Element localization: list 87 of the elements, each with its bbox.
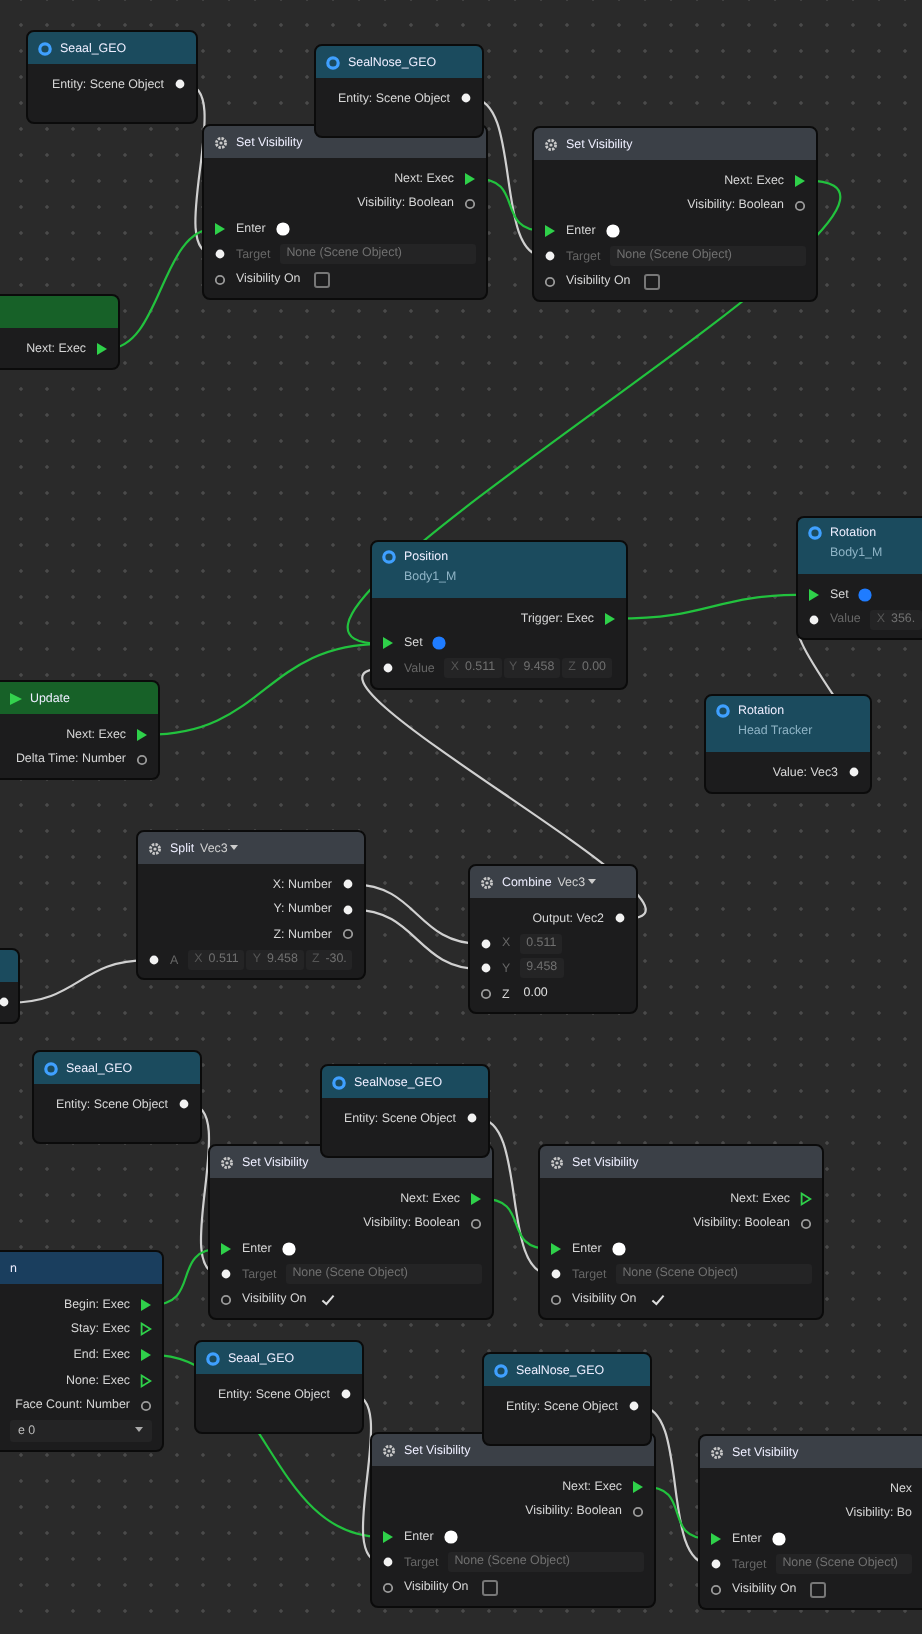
data-port-icon[interactable] — [800, 1217, 812, 1230]
gear-icon — [220, 1155, 234, 1169]
checkbox[interactable] — [644, 273, 661, 290]
data-port-icon[interactable] — [544, 250, 556, 263]
exec-port-icon[interactable] — [136, 727, 148, 742]
data-port-icon[interactable] — [480, 962, 492, 975]
data-port-icon[interactable] — [174, 78, 186, 91]
data-port-icon[interactable] — [220, 1293, 232, 1306]
data-port-icon[interactable] — [342, 903, 354, 916]
data-port-icon[interactable] — [614, 912, 626, 925]
data-port-icon[interactable] — [460, 92, 472, 105]
data-port-icon[interactable] — [710, 1558, 722, 1571]
data-port-icon[interactable] — [794, 199, 806, 212]
data-port-icon[interactable] — [480, 937, 492, 950]
gear-icon — [214, 135, 228, 149]
data-port-icon[interactable] — [808, 613, 820, 626]
circle-icon — [494, 1363, 508, 1377]
data-port-icon[interactable] — [136, 753, 148, 766]
data-port-icon[interactable] — [628, 1400, 640, 1413]
data-port-icon[interactable] — [340, 1388, 352, 1401]
exec-port-icon[interactable] — [140, 1373, 152, 1388]
data-port-icon[interactable] — [464, 197, 476, 210]
data-port-icon[interactable] — [0, 996, 10, 1009]
data-port-icon[interactable] — [178, 1098, 190, 1111]
exec-port-icon[interactable] — [794, 173, 806, 188]
gear-icon — [382, 1443, 396, 1457]
data-port-icon[interactable] — [544, 275, 556, 288]
checkbox[interactable] — [482, 1579, 499, 1596]
circle-icon — [716, 704, 730, 718]
checkmark-icon[interactable] — [320, 1291, 337, 1308]
exec-port-icon[interactable] — [550, 1241, 562, 1256]
gear-icon — [544, 137, 558, 151]
play-icon — [10, 691, 22, 705]
exec-port-icon[interactable] — [470, 1191, 482, 1206]
data-port-icon[interactable] — [342, 878, 354, 891]
data-port-icon[interactable] — [214, 248, 226, 261]
checkmark-icon[interactable] — [650, 1291, 667, 1308]
exec-port-icon[interactable] — [604, 611, 616, 626]
exec-port-icon[interactable] — [214, 221, 226, 236]
circle-icon — [382, 550, 396, 564]
gear-icon — [480, 875, 494, 889]
checkbox[interactable] — [314, 271, 331, 288]
circle-icon — [808, 526, 822, 540]
circle-icon — [332, 1075, 346, 1089]
circle-icon — [206, 1351, 220, 1365]
data-port-icon[interactable] — [382, 1556, 394, 1569]
data-port-icon[interactable] — [382, 1581, 394, 1594]
exec-port-icon[interactable] — [808, 587, 820, 602]
gear-icon — [148, 841, 162, 855]
data-port-icon[interactable] — [148, 954, 160, 967]
data-port-icon[interactable] — [470, 1217, 482, 1230]
data-port-icon[interactable] — [140, 1399, 152, 1412]
exec-port-icon[interactable] — [464, 171, 476, 186]
caret-icon — [227, 844, 240, 852]
circle-icon — [38, 41, 52, 55]
exec-port-icon[interactable] — [632, 1479, 644, 1494]
data-port-icon[interactable] — [480, 988, 492, 1001]
gear-icon — [710, 1445, 724, 1459]
circle-icon — [44, 1061, 58, 1075]
data-port-icon[interactable] — [550, 1268, 562, 1281]
node-header — [0, 296, 118, 328]
exec-port-icon[interactable] — [140, 1347, 152, 1362]
data-port-icon[interactable] — [342, 928, 354, 941]
caret-icon — [134, 1426, 144, 1435]
exec-port-icon[interactable] — [140, 1297, 152, 1312]
data-port-icon[interactable] — [220, 1268, 232, 1281]
exec-port-icon[interactable] — [382, 1529, 394, 1544]
data-port-icon[interactable] — [466, 1112, 478, 1125]
gear-icon — [550, 1155, 564, 1169]
circle-icon — [326, 55, 340, 69]
data-port-icon[interactable] — [632, 1505, 644, 1518]
data-port-icon[interactable] — [710, 1583, 722, 1596]
exec-port-icon[interactable] — [382, 636, 394, 651]
exec-port-icon[interactable] — [96, 341, 108, 356]
node-header — [0, 950, 18, 982]
caret-icon — [585, 878, 598, 886]
data-port-icon[interactable] — [382, 662, 394, 675]
exec-port-icon[interactable] — [140, 1322, 152, 1337]
exec-port-icon[interactable] — [220, 1241, 232, 1256]
exec-port-icon[interactable] — [544, 223, 556, 238]
exec-port-icon[interactable] — [800, 1191, 812, 1206]
graph-node[interactable] — [0, 948, 20, 1024]
data-port-icon[interactable] — [550, 1293, 562, 1306]
data-port-icon[interactable] — [848, 766, 860, 779]
checkbox[interactable] — [810, 1581, 827, 1598]
data-port-icon[interactable] — [214, 273, 226, 286]
exec-port-icon[interactable] — [710, 1531, 722, 1546]
